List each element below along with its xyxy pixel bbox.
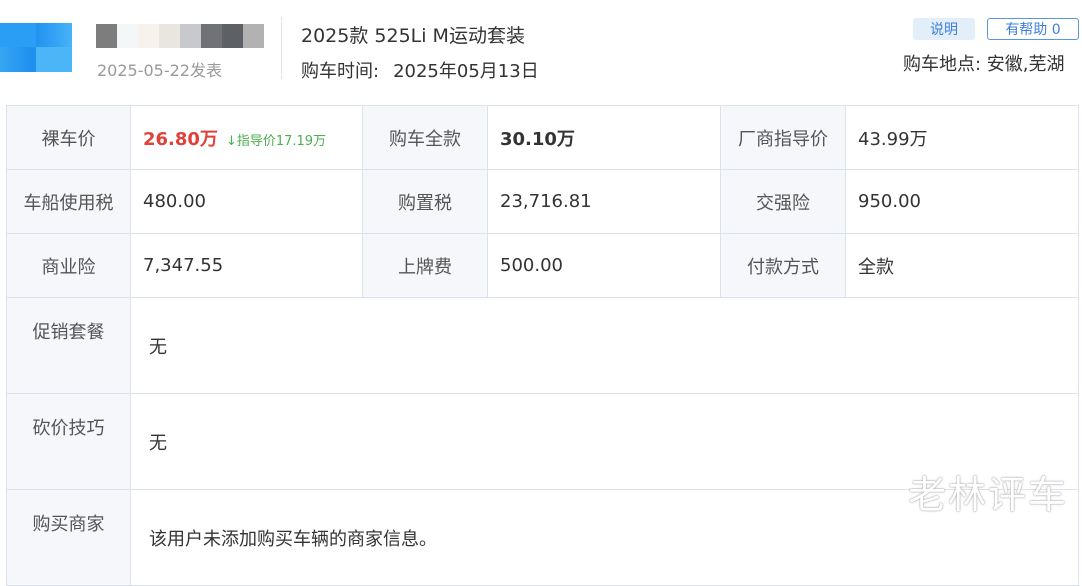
purchase-time: 购车时间: 2025年05月13日 (301, 57, 539, 83)
user-avatar[interactable] (0, 23, 72, 72)
table-row: 车船使用税 480.00 购置税 23,716.81 交强险 950.00 (6, 169, 1079, 234)
total-price-value: 30.10万 (487, 105, 721, 170)
vessel-tax-label: 车船使用税 (6, 169, 131, 234)
commercial-insurance-label: 商业险 (6, 233, 131, 298)
username-blurred[interactable] (96, 24, 264, 48)
total-price-label: 购车全款 (362, 105, 488, 170)
purchase-tax-value: 23,716.81 (487, 169, 721, 234)
msrp-value: 43.99万 (845, 105, 1079, 170)
bare-price-label: 裸车价 (6, 105, 131, 170)
bare-price-cell: 26.80万 ↓指导价17.19万 (130, 105, 363, 170)
compulsory-insurance-label: 交强险 (720, 169, 846, 234)
purchase-time-label: 购车时间: (301, 61, 380, 82)
helpful-button[interactable]: 有帮助 0 (987, 18, 1079, 40)
vessel-tax-value: 480.00 (130, 169, 363, 234)
post-date: 2025-05-22发表 (97, 61, 222, 80)
promotion-label: 促销套餐 (6, 297, 131, 394)
commercial-insurance-value: 7,347.55 (130, 233, 363, 298)
bare-price-value: 26.80万 (143, 128, 218, 150)
header-divider (281, 17, 282, 79)
compulsory-insurance-value: 950.00 (845, 169, 1079, 234)
plate-fee-value: 500.00 (487, 233, 721, 298)
msrp-label: 厂商指导价 (720, 105, 846, 170)
table-row: 促销套餐 无 (6, 297, 1079, 394)
purchase-location: 购车地点: 安徽,芜湖 (903, 54, 1065, 75)
explain-button[interactable]: 说明 (913, 18, 975, 40)
table-row: 商业险 7,347.55 上牌费 500.00 付款方式 全款 (6, 233, 1079, 298)
purchase-tax-label: 购置税 (362, 169, 488, 234)
watermark-text: 老林评车 (908, 473, 1069, 517)
promotion-value: 无 (130, 297, 1079, 394)
purchase-time-value: 2025年05月13日 (393, 61, 539, 82)
bargain-tips-label: 砍价技巧 (6, 393, 131, 490)
payment-method-label: 付款方式 (720, 233, 846, 298)
plate-fee-label: 上牌费 (362, 233, 488, 298)
dealer-label: 购买商家 (6, 489, 131, 586)
guide-price-note: ↓指导价17.19万 (225, 133, 327, 149)
payment-method-value: 全款 (845, 233, 1079, 298)
car-model-title[interactable]: 2025款 525Li M运动套装 (301, 21, 525, 48)
table-row: 裸车价 26.80万 ↓指导价17.19万 购车全款 30.10万 厂商指导价 4… (6, 105, 1079, 170)
